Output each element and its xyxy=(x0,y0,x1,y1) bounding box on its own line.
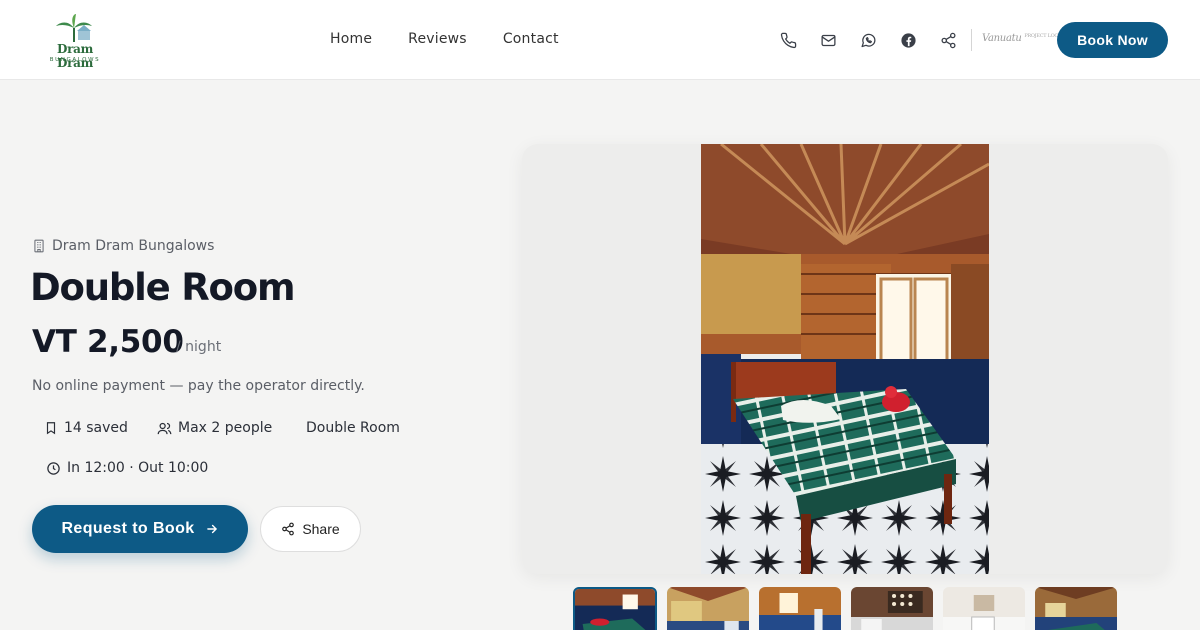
partner-logo[interactable]: Vanuatu PROJECT LOCAL xyxy=(982,33,1065,44)
thumbnail-image xyxy=(851,587,933,630)
clock-icon xyxy=(47,461,60,475)
brand-logo[interactable]: Dram Dram BUNGALOWS xyxy=(36,14,112,70)
thumbnail-strip xyxy=(573,587,1117,630)
nav-reviews-link[interactable]: Reviews xyxy=(408,31,467,47)
room-photo xyxy=(701,144,989,574)
thumbnail-image xyxy=(667,587,749,630)
book-now-button[interactable]: Book Now xyxy=(1057,22,1168,58)
gallery-thumbnail[interactable] xyxy=(759,587,841,630)
share-label: Share xyxy=(302,521,340,537)
saved-label: 14 saved xyxy=(64,420,128,436)
main-nav: Home Reviews Contact xyxy=(330,31,559,47)
gallery-thumbnail[interactable] xyxy=(667,587,749,630)
contact-icons xyxy=(776,28,960,52)
arrow-right-icon xyxy=(206,524,217,534)
room-type-label: Double Room xyxy=(306,420,400,436)
brand-subtitle: BUNGALOWS xyxy=(49,57,101,63)
request-label: Request to Book xyxy=(61,520,195,537)
capacity-info: Max 2 people xyxy=(157,420,272,436)
checkin-info: In 12:00 · Out 10:00 xyxy=(46,460,208,476)
whatsapp-icon[interactable] xyxy=(856,28,880,52)
payment-note: No online payment — pay the operator dir… xyxy=(32,378,365,394)
request-to-book-button[interactable]: Request to Book xyxy=(32,505,248,553)
operator-name: Dram Dram Bungalows xyxy=(52,238,215,254)
nav-contact-link[interactable]: Contact xyxy=(503,31,559,47)
site-header: Dram Dram BUNGALOWS Home Reviews Contact… xyxy=(0,0,1200,80)
brand-name: Dram Dram xyxy=(56,42,93,70)
thumbnail-image xyxy=(943,587,1025,630)
partner-name: Vanuatu xyxy=(982,33,1022,44)
listing-price: VT 2,500 xyxy=(32,324,184,360)
header-divider xyxy=(971,29,972,51)
gallery-thumbnail[interactable] xyxy=(851,587,933,630)
facebook-icon[interactable] xyxy=(896,28,920,52)
thumbnail-image xyxy=(1035,587,1117,630)
photo-gallery[interactable] xyxy=(522,144,1168,574)
gallery-thumbnail[interactable] xyxy=(573,587,657,630)
listing-title: Double Room xyxy=(30,266,296,309)
nav-home-link[interactable]: Home xyxy=(330,31,372,47)
palm-logo-icon xyxy=(56,14,92,42)
price-unit: / night xyxy=(176,339,222,355)
gallery-thumbnail[interactable] xyxy=(943,587,1025,630)
share-icon xyxy=(282,522,295,536)
share-button[interactable]: Share xyxy=(260,506,361,552)
operator-link[interactable]: Dram Dram Bungalows xyxy=(32,238,214,254)
mail-icon[interactable] xyxy=(816,28,840,52)
bookmark-icon xyxy=(46,422,56,435)
people-icon xyxy=(157,422,172,434)
capacity-label: Max 2 people xyxy=(178,420,273,436)
saved-count[interactable]: 14 saved xyxy=(44,420,128,436)
phone-icon[interactable] xyxy=(776,28,800,52)
thumbnail-image xyxy=(575,589,655,630)
checkin-label: In 12:00 · Out 10:00 xyxy=(67,460,209,476)
room-type-info: Double Room xyxy=(306,420,400,436)
share-icon[interactable] xyxy=(936,28,960,52)
building-icon xyxy=(34,239,44,253)
gallery-thumbnail[interactable] xyxy=(1035,587,1117,630)
thumbnail-image xyxy=(759,587,841,630)
